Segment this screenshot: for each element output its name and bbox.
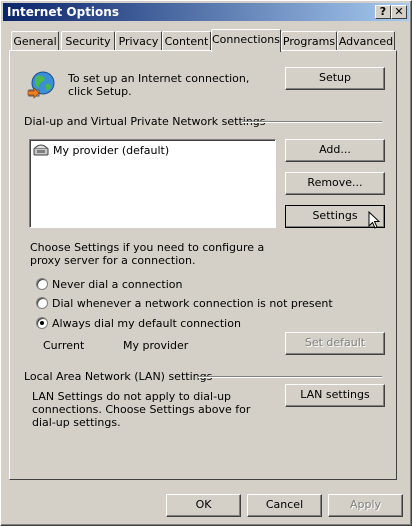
title-bar[interactable]: Internet Options ? ✕: [3, 3, 409, 21]
dial-option-never[interactable]: Never dial a connection: [36, 277, 336, 291]
current-label: Current: [43, 339, 85, 352]
close-button[interactable]: ✕: [391, 5, 407, 19]
current-value: My provider: [123, 339, 189, 352]
radio-never[interactable]: [36, 278, 48, 290]
lan-description: LAN Settings do not apply to dial-up con…: [32, 390, 251, 429]
tab-content[interactable]: Content: [162, 31, 211, 51]
add-button[interactable]: Add...: [285, 139, 385, 162]
lan-heading: Local Area Network (LAN) settings: [24, 370, 213, 383]
ok-button[interactable]: OK: [166, 494, 241, 517]
setup-description: To set up an Internet connection, click …: [68, 72, 250, 98]
dial-option-label: Dial whenever a network connection is no…: [52, 297, 333, 310]
tab-advanced[interactable]: Advanced: [337, 31, 395, 51]
connection-item-label: My provider (default): [53, 144, 170, 157]
set-default-button[interactable]: Set default: [285, 332, 385, 355]
lan-settings-button[interactable]: LAN settings: [285, 384, 385, 407]
connections-panel: To set up an Internet connection, click …: [9, 50, 397, 480]
help-button[interactable]: ?: [375, 5, 391, 19]
connection-list[interactable]: My provider (default): [29, 139, 276, 228]
lan-divider: [198, 376, 382, 378]
cancel-button[interactable]: Cancel: [247, 494, 322, 517]
tab-privacy[interactable]: Privacy: [115, 31, 162, 51]
radio-selected-dot: [40, 321, 44, 325]
window-title: Internet Options: [7, 5, 119, 19]
dialup-divider: [242, 121, 382, 123]
mouse-cursor-icon: [368, 211, 381, 229]
tab-connections[interactable]: Connections: [211, 29, 281, 52]
dial-option-whenever[interactable]: Dial whenever a network connection is no…: [36, 296, 366, 310]
apply-button[interactable]: Apply: [328, 494, 403, 517]
tab-programs[interactable]: Programs: [281, 31, 337, 51]
network-globe-icon: [27, 71, 55, 99]
dial-option-label: Never dial a connection: [52, 278, 183, 291]
tab-security[interactable]: Security: [61, 31, 115, 51]
dial-option-always[interactable]: Always dial my default connection: [36, 316, 336, 330]
dialup-phone-icon: [33, 144, 49, 156]
radio-whenever[interactable]: [36, 297, 48, 309]
radio-always[interactable]: [36, 317, 48, 329]
setup-button[interactable]: Setup: [285, 67, 385, 90]
internet-options-window: Internet Options ? ✕ General Security Pr…: [0, 0, 412, 526]
dialup-heading: Dial-up and Virtual Private Network sett…: [24, 115, 266, 128]
dial-option-label: Always dial my default connection: [52, 317, 241, 330]
proxy-hint: Choose Settings if you need to configure…: [30, 241, 265, 267]
tab-general[interactable]: General: [11, 31, 59, 51]
remove-button[interactable]: Remove...: [285, 172, 385, 195]
